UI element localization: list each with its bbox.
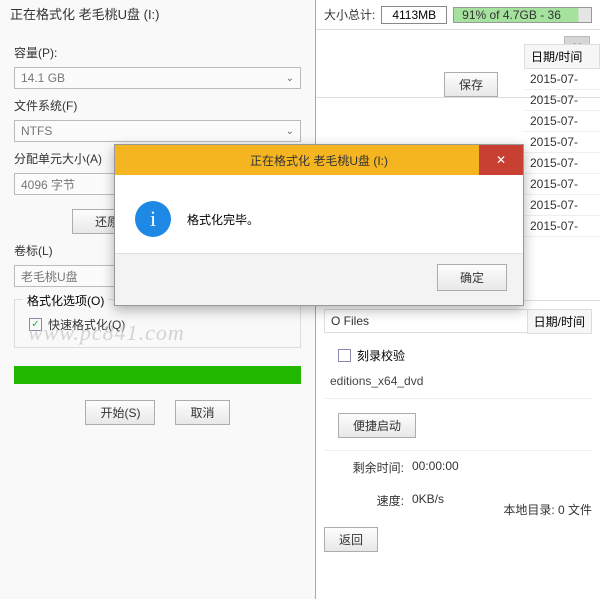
dialog-title: 正在格式化 老毛桃U盘 (I:)	[0, 0, 315, 30]
save-button[interactable]: 保存	[444, 72, 498, 97]
filesystem-label: 文件系统(F)	[14, 97, 301, 114]
modal-message: 格式化完毕。	[187, 211, 259, 228]
chevron-down-icon: ⌄	[286, 73, 294, 84]
portable-boot-button[interactable]: 便捷启动	[338, 413, 416, 438]
speed-label: 速度:	[324, 492, 404, 509]
date-row: 2015-07-	[524, 69, 600, 90]
format-options-group: 格式化选项(O) ✓ 快速格式化(Q)	[14, 299, 301, 348]
cancel-button[interactable]: 取消	[175, 400, 229, 425]
remain-label: 剩余时间:	[324, 459, 404, 476]
date-row: 2015-07-	[524, 111, 600, 132]
size-total-label: 大小总计:	[324, 6, 375, 23]
date-header: 日期/时间	[524, 44, 600, 69]
close-icon: ✕	[496, 153, 506, 167]
quick-format-label: 快速格式化(Q)	[48, 316, 125, 333]
back-button[interactable]: 返回	[324, 527, 378, 552]
date-header-2: 日期/时间	[527, 309, 592, 334]
checkbox-icon	[338, 349, 351, 362]
modal-title: 正在格式化 老毛桃U盘 (I:)	[250, 152, 388, 169]
verify-label: 刻录校验	[357, 347, 405, 364]
capacity-value: 14.1 GB	[21, 71, 65, 85]
modal-title-bar: 正在格式化 老毛桃U盘 (I:) ✕	[115, 145, 523, 175]
date-row: 2015-07-	[524, 174, 600, 195]
date-row: 2015-07-	[524, 132, 600, 153]
date-row: 2015-07-	[524, 216, 600, 237]
date-column: 日期/时间 2015-07- 2015-07- 2015-07- 2015-07…	[524, 44, 600, 237]
progress-bar	[14, 366, 301, 384]
filesystem-value: NTFS	[21, 124, 52, 138]
options-legend: 格式化选项(O)	[23, 292, 108, 309]
volume-value: 老毛桃U盘	[21, 268, 78, 285]
burn-progress: 91% of 4.7GB - 36	[453, 7, 592, 23]
status-bar: 大小总计: 4113MB 91% of 4.7GB - 36	[316, 0, 600, 30]
verify-checkbox[interactable]: 刻录校验	[338, 347, 592, 364]
completion-modal: 正在格式化 老毛桃U盘 (I:) ✕ i 格式化完毕。 确定	[114, 144, 524, 306]
modal-close-button[interactable]: ✕	[479, 145, 523, 175]
speed-value: 0KB/s	[412, 492, 444, 509]
local-dir-info: 本地目录: 0 文件	[503, 501, 592, 518]
ok-button[interactable]: 确定	[437, 264, 507, 291]
modal-body: i 格式化完毕。	[115, 175, 523, 253]
date-row: 2015-07-	[524, 153, 600, 174]
quick-format-checkbox[interactable]: ✓ 快速格式化(Q)	[29, 316, 290, 333]
allocation-value: 4096 字节	[21, 176, 75, 193]
chevron-down-icon: ⌄	[286, 126, 294, 137]
remain-value: 00:00:00	[412, 459, 459, 476]
burn-panel: O Files 日期/时间 刻录校验 editions_x64_dvd 便捷启动…	[316, 300, 600, 560]
date-row: 2015-07-	[524, 90, 600, 111]
start-button[interactable]: 开始(S)	[85, 400, 155, 425]
filesystem-select[interactable]: NTFS ⌄	[14, 120, 301, 142]
check-icon: ✓	[29, 318, 42, 331]
editions-text: editions_x64_dvd	[330, 374, 592, 388]
date-row: 2015-07-	[524, 195, 600, 216]
info-icon: i	[135, 201, 171, 237]
size-total-value: 4113MB	[381, 6, 447, 24]
modal-footer: 确定	[115, 253, 523, 305]
capacity-label: 容量(P):	[14, 44, 301, 61]
dialog-buttons: 开始(S) 取消	[14, 396, 301, 429]
capacity-select[interactable]: 14.1 GB ⌄	[14, 67, 301, 89]
